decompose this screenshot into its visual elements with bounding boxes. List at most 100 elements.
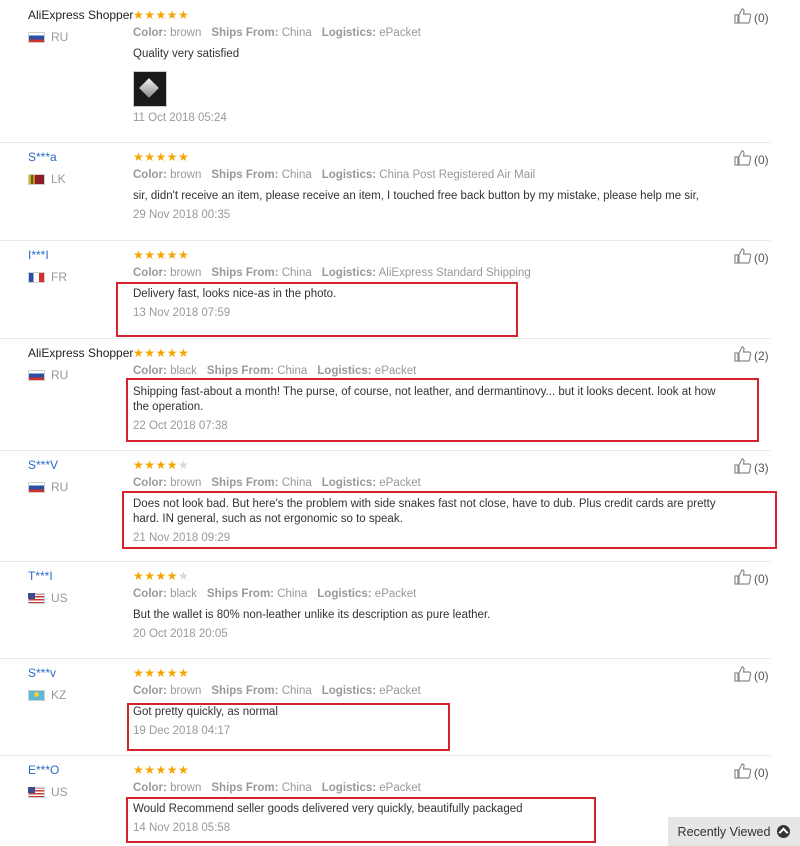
reviewer-name[interactable]: E***O [28,763,68,777]
review-text: But the wallet is 80% non-leather unlike… [133,609,491,621]
review-item: E***O US ★★★★★ Color: brown Ships From: Chin… [0,755,770,845]
review-item: S***v KZ ★★★★★ Color: brown Ships From: Chin… [0,658,770,756]
review-item: S***a LK ★★★★★ Color: brown Ships From: Chin… [0,142,770,241]
logistics-value: ePacket [379,782,421,794]
color-label: Color: [133,685,167,697]
logistics-value: AliExpress Standard Shipping [378,267,531,279]
review-content: ★★★★★ Color: black Ships From: China Logist… [133,569,723,641]
review-meta: Color: brown Ships From: China Logistics: … [133,781,723,795]
color-value: brown [170,27,202,39]
review-meta: Color: brown Ships From: China Logistics: … [133,26,723,40]
helpful-count: (0) [754,10,769,25]
reviewer-country: RU [28,480,68,494]
ships-from-label: Ships From: [211,685,279,697]
review-item: AliExpress Shopper RU ★★★★★ Color: black Shi… [0,338,770,451]
reviewer-name[interactable]: S***V [28,458,68,472]
ships-from-value: China [277,365,308,377]
reviewer-name[interactable]: S***a [28,150,66,164]
highlight-box [127,703,450,751]
recently-viewed-button[interactable]: Recently Viewed [668,817,800,846]
country-code: US [51,591,68,605]
logistics-label: Logistics: [321,267,377,279]
color-value: black [170,365,197,377]
reviewer-name[interactable]: AliExpress Shopper [28,346,133,360]
logistics-label: Logistics: [321,782,377,794]
color-value: brown [170,267,202,279]
review-item: AliExpress Shopper RU ★★★★★ Color: brown Shi… [0,0,770,143]
thumbs-up-icon [734,763,752,782]
helpful-button[interactable]: (0) [734,8,769,27]
helpful-button[interactable]: (0) [734,666,769,685]
reviewer: S***V RU [28,458,68,494]
logistics-label: Logistics: [321,477,377,489]
helpful-button[interactable]: (3) [734,458,769,477]
flag-icon [28,271,45,283]
color-label: Color: [133,365,167,377]
review-date: 29 Nov 2018 00:35 [133,209,231,221]
star-rating: ★★★★★ [133,8,723,22]
helpful-button[interactable]: (2) [734,346,769,365]
reviewer-name[interactable]: S***v [28,666,66,680]
logistics-label: Logistics: [321,685,377,697]
reviewer-name[interactable]: AliExpress Shopper [28,8,133,22]
review-meta: Color: black Ships From: China Logistics: … [133,364,723,378]
helpful-button[interactable]: (0) [734,150,769,169]
review-meta: Color: brown Ships From: China Logistics: … [133,168,723,182]
star-rating: ★★★★★ [133,569,723,583]
ships-from-label: Ships From: [211,27,279,39]
reviewer: AliExpress Shopper RU [28,8,133,44]
review-text: sir, didn't receive an item, please rece… [133,190,699,202]
flag-icon [28,481,45,493]
filled-stars: ★★★★★ [133,248,190,262]
filled-stars: ★★★★★ [133,763,190,777]
color-label: Color: [133,782,167,794]
reviewer: E***O US [28,763,68,799]
helpful-button[interactable]: (0) [734,763,769,782]
review-photo-thumbnail[interactable] [133,71,167,107]
review-content: ★★★★★ Color: brown Ships From: China Logist… [133,8,723,125]
reviewer-name[interactable]: I***I [28,248,67,262]
helpful-count: (0) [754,571,769,586]
star-rating: ★★★★★ [133,248,723,262]
reviewer-name[interactable]: T***I [28,569,68,583]
reviewer-country: US [28,591,68,605]
helpful-count: (0) [754,765,769,780]
color-label: Color: [133,267,167,279]
helpful-count: (2) [754,348,769,363]
helpful-count: (3) [754,460,769,475]
highlight-box [122,491,777,549]
country-code: LK [51,172,66,186]
logistics-value: ePacket [374,588,417,600]
flag-icon [28,369,45,381]
flag-icon [28,689,45,701]
thumbs-up-icon [734,666,752,685]
empty-stars: ★ [178,458,190,472]
review-content: ★★★★★ Color: brown Ships From: China Logist… [133,150,723,222]
helpful-button[interactable]: (0) [734,569,769,588]
logistics-label: Logistics: [321,27,377,39]
thumbs-up-icon [734,150,752,169]
flag-icon [28,786,45,798]
review-meta: Color: brown Ships From: China Logistics: … [133,476,723,490]
review-meta: Color: brown Ships From: China Logistics: … [133,684,723,698]
reviewer: T***I US [28,569,68,605]
thumbs-up-icon [734,458,752,477]
helpful-count: (0) [754,250,769,265]
star-rating: ★★★★★ [133,150,723,164]
thumbs-up-icon [734,569,752,588]
reviewer-country: RU [28,368,133,382]
color-label: Color: [133,169,167,181]
reviewer-country: KZ [28,688,66,702]
logistics-value: ePacket [374,365,417,377]
filled-stars: ★★★★★ [133,346,190,360]
helpful-count: (0) [754,668,769,683]
review-date: 11 Oct 2018 05:24 [133,112,227,124]
star-rating: ★★★★★ [133,458,723,472]
color-value: brown [170,685,202,697]
highlight-box [116,282,518,337]
logistics-value: ePacket [379,477,421,489]
helpful-button[interactable]: (0) [734,248,769,267]
country-code: RU [51,480,69,494]
ships-from-label: Ships From: [211,169,279,181]
filled-stars: ★★★★★ [133,150,190,164]
